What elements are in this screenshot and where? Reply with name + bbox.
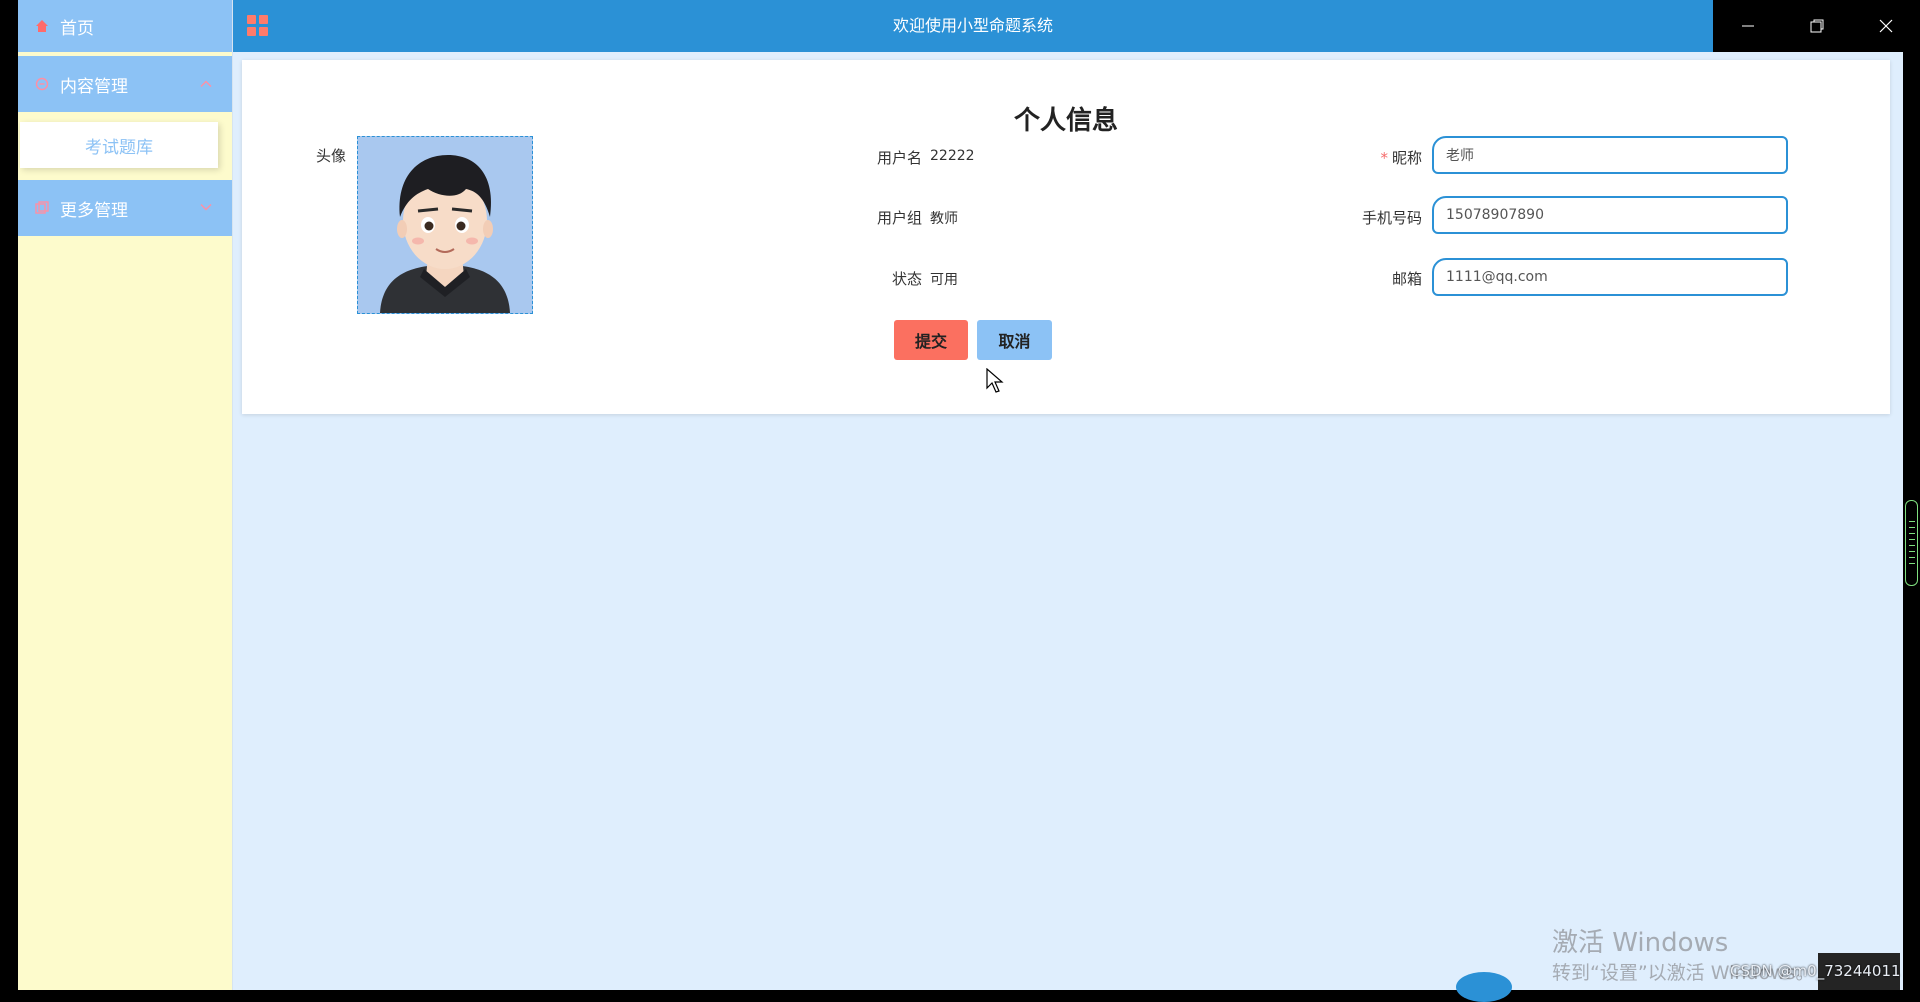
floating-blob	[1456, 972, 1512, 1002]
phone-input[interactable]	[1432, 196, 1788, 234]
avatar-upload[interactable]	[357, 136, 533, 314]
sidebar-item-home[interactable]: 首页	[18, 0, 232, 52]
nickname-input[interactable]	[1432, 136, 1788, 174]
profile-card: 个人信息 头像 用户名 22222 用户组 教师 状态 可用 * 昵称 老师 手…	[242, 60, 1890, 414]
sidebar-item-label: 内容管理	[60, 76, 128, 97]
nickname-label: * 昵称	[1380, 149, 1422, 167]
window-title: 欢迎使用小型命题系统	[892, 16, 1053, 35]
content-icon	[34, 76, 50, 92]
close-icon	[1879, 19, 1892, 33]
sidebar-item-label: 更多管理	[60, 200, 128, 221]
status-value: 可用	[930, 272, 958, 288]
sidebar-subitem-exam-bank[interactable]: 考试题库	[20, 122, 218, 168]
avatar-label: 头像	[315, 147, 346, 165]
scrollbar-thumb[interactable]	[1905, 500, 1918, 586]
more-icon	[34, 200, 50, 216]
chevron-up-icon	[200, 77, 212, 92]
sidebar-subitem-label: 考试题库	[85, 137, 153, 158]
minimize-icon	[1741, 25, 1754, 27]
submit-button[interactable]: 提交	[894, 320, 968, 360]
cancel-button[interactable]: 取消	[977, 320, 1052, 360]
sidebar-item-content-management[interactable]: 内容管理	[18, 56, 232, 112]
csdn-watermark: CSDN @m0_73244011	[1730, 962, 1901, 980]
group-label: 用户组	[876, 209, 922, 227]
top-bar: 欢迎使用小型命题系统	[233, 0, 1713, 52]
restore-icon	[1810, 19, 1823, 33]
required-mark: *	[1380, 149, 1388, 167]
home-icon	[34, 18, 50, 34]
window-controls	[1713, 0, 1920, 52]
status-label: 状态	[891, 270, 922, 288]
close-button[interactable]	[1851, 0, 1920, 52]
main-content: 个人信息 头像 用户名 22222 用户组 教师 状态 可用 * 昵称 老师 手…	[233, 52, 1903, 990]
minimize-button[interactable]	[1713, 0, 1782, 52]
avatar-image	[358, 137, 532, 313]
username-value: 22222	[930, 148, 975, 164]
group-value: 教师	[930, 211, 958, 227]
activation-watermark-title: 激活 Windows	[1552, 928, 1729, 958]
chevron-down-icon	[200, 201, 212, 216]
email-label: 邮箱	[1391, 270, 1422, 288]
phone-label: 手机号码	[1361, 209, 1422, 227]
email-input[interactable]	[1432, 258, 1788, 296]
restore-button[interactable]	[1782, 0, 1851, 52]
page-title: 个人信息	[1013, 106, 1118, 136]
username-label: 用户名	[876, 149, 922, 167]
sidebar-item-more-management[interactable]: 更多管理	[18, 180, 232, 236]
sidebar: 首页 内容管理 考试题库 更多管理	[18, 0, 233, 990]
mouse-cursor-icon	[986, 367, 1004, 398]
sidebar-item-label: 首页	[60, 18, 94, 39]
